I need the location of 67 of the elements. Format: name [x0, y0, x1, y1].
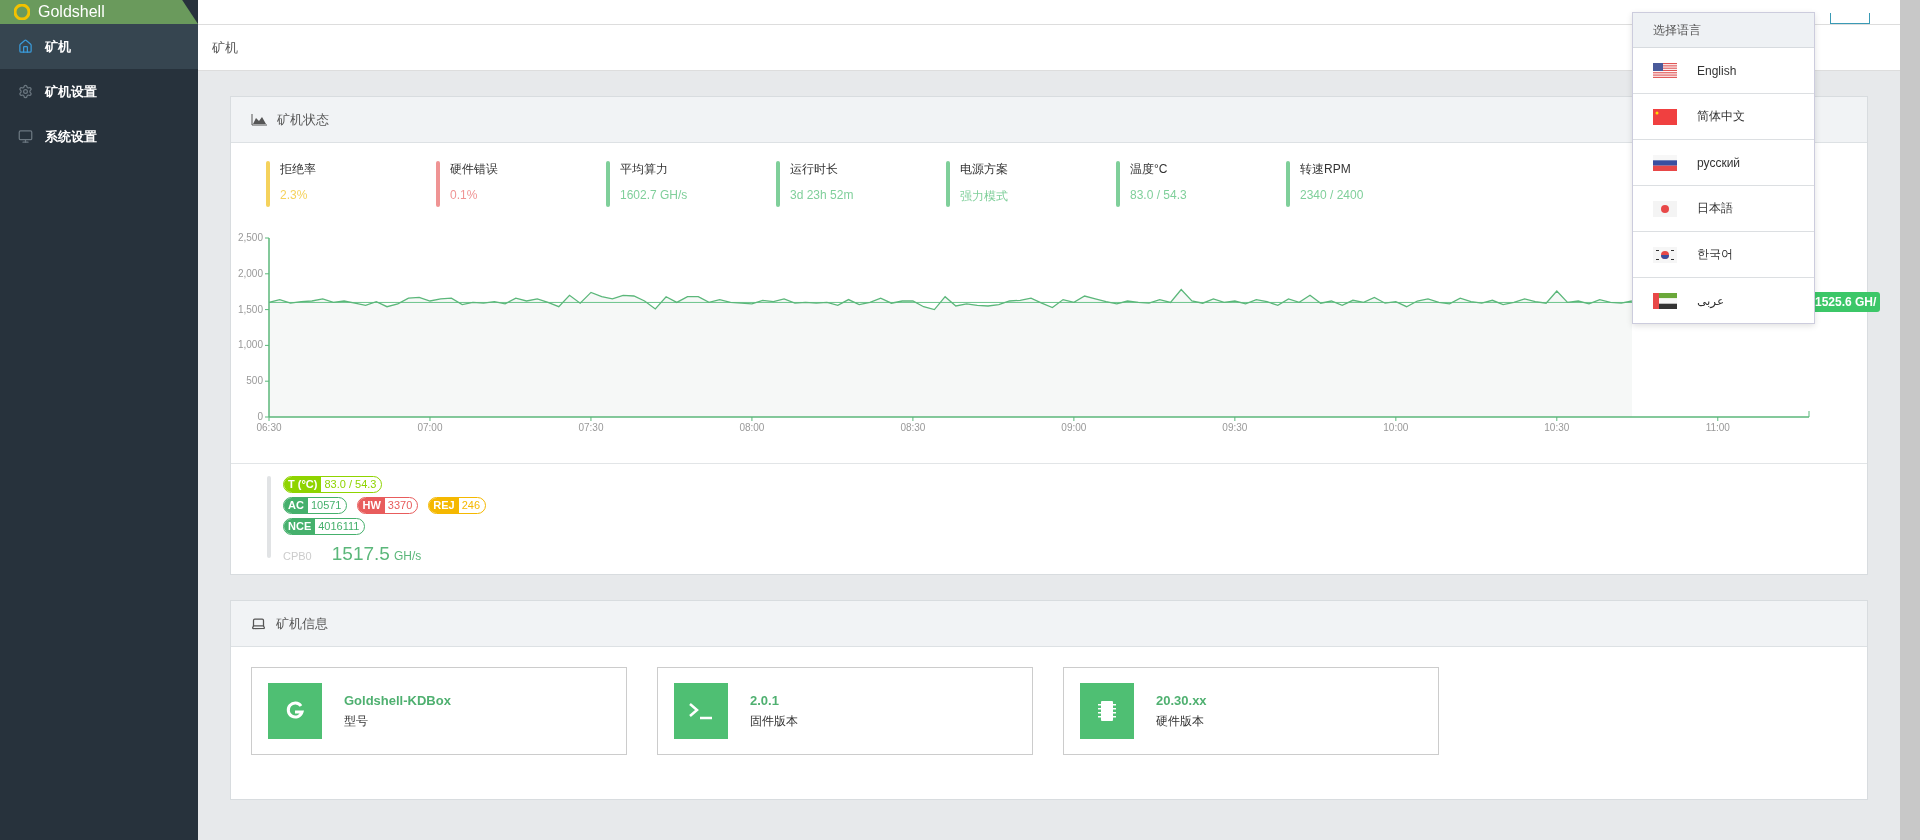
x-tick-label: 08:00 [739, 422, 765, 433]
sidebar-item[interactable]: 矿机 [0, 24, 198, 69]
flag-icon [1653, 108, 1677, 125]
language-option[interactable]: 한국어 [1633, 232, 1814, 278]
settings-icon [18, 84, 33, 99]
x-tick-label: 07:00 [417, 422, 443, 433]
flag-icon [1653, 154, 1677, 171]
card-title: 矿机信息 [276, 614, 328, 633]
info-value: 20.30.xx [1156, 692, 1207, 708]
y-tick-label: 2,500 [237, 232, 263, 243]
stat-value: 83.0 / 54.3 [1130, 188, 1187, 202]
logo-icon [14, 4, 30, 20]
language-option[interactable]: русский [1633, 140, 1814, 186]
x-tick-label: 06:30 [256, 422, 282, 433]
info-label: 型号 [344, 712, 369, 730]
stat-label: 硬件错误 [450, 161, 498, 178]
stat-value: 1602.7 GH/s [620, 188, 688, 202]
x-tick-label: 10:00 [1383, 422, 1409, 433]
info-value: Goldshell-KDBox [344, 692, 451, 708]
sidebar-item[interactable]: 系统设置 [0, 114, 198, 159]
y-tick-label: 500 [246, 375, 263, 387]
info-label: 固件版本 [750, 712, 798, 730]
stat-value: 强力模式 [960, 188, 1008, 205]
board-hashrate: 1517.5 [331, 543, 390, 565]
language-option[interactable]: عربى [1633, 278, 1814, 323]
stat-label: 拒绝率 [280, 161, 316, 178]
stat-label: 转速RPM [1300, 161, 1352, 178]
info-label: 硬件版本 [1156, 712, 1205, 730]
x-tick-label: 10:30 [1544, 422, 1570, 433]
x-tick-label: 09:00 [1061, 422, 1087, 433]
laptop-icon [251, 616, 266, 631]
stat-value: 0.1% [450, 188, 479, 202]
card-title: 矿机状态 [277, 110, 329, 129]
x-tick-label: 11:00 [1705, 422, 1730, 433]
y-tick-label: 1,000 [237, 339, 263, 351]
language-option[interactable]: 简体中文 [1633, 94, 1814, 140]
stat-label: 平均算力 [620, 161, 669, 178]
info-value: 2.0.1 [750, 692, 780, 708]
stat-label: 运行时长 [790, 161, 839, 178]
y-tick-label: 2,000 [237, 267, 263, 279]
terminal-icon [688, 701, 714, 721]
hashrate-unit: GH/s [393, 549, 422, 563]
y-tick-label: 0 [257, 411, 263, 422]
home-icon [18, 39, 33, 54]
scrollbar[interactable] [1900, 0, 1920, 840]
x-tick-label: 07:30 [578, 422, 604, 433]
stat-value: 3d 23h 52m [790, 188, 854, 202]
monitor-icon [18, 129, 33, 144]
menu-title: 选择语言 [1633, 13, 1814, 48]
stat-label: 温度°C [1130, 161, 1169, 178]
logo-icon [284, 700, 306, 722]
logo-text: Goldshell [38, 3, 105, 21]
flag-icon [1653, 62, 1677, 79]
chip-icon [1098, 699, 1116, 723]
stat-value: 2340 / 2400 [1300, 188, 1364, 202]
x-tick-label: 09:30 [1222, 422, 1248, 433]
flag-icon [1653, 292, 1677, 309]
language-option[interactable]: English [1633, 48, 1814, 94]
flag-icon [1653, 246, 1677, 263]
area-chart-icon [251, 113, 267, 126]
stat-value: 2.3% [280, 188, 309, 202]
language-option[interactable]: 日本語 [1633, 186, 1814, 232]
sidebar-item[interactable]: 矿机设置 [0, 69, 198, 114]
flag-icon [1653, 200, 1677, 217]
stat-label: 电源方案 [960, 161, 1008, 178]
x-tick-label: 08:30 [900, 422, 926, 433]
y-tick-label: 1,500 [237, 303, 263, 315]
